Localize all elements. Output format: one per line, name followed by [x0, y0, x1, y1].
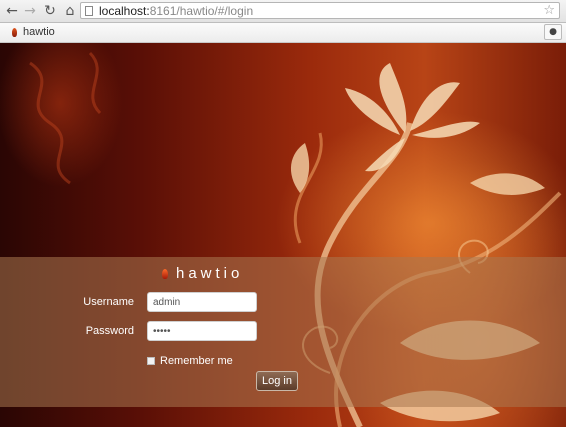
hawtio-logo-icon: [162, 268, 168, 279]
reload-icon[interactable]: ↻: [42, 3, 58, 19]
remember-me-checkbox[interactable]: [147, 357, 155, 365]
password-label: Password: [85, 325, 134, 337]
app-navbar: hawtio ●: [0, 23, 566, 43]
username-input[interactable]: [147, 292, 257, 312]
url-host: localhost:: [99, 4, 150, 18]
password-input[interactable]: [147, 321, 257, 341]
browser-toolbar: ← → ↻ ⌂ localhost:8161/hawtio/#/login ☆: [0, 0, 566, 23]
url-path: 8161/hawtio/#/login: [149, 4, 254, 18]
page-icon: [85, 6, 93, 16]
home-icon[interactable]: ⌂: [62, 3, 78, 19]
url-text[interactable]: localhost:8161/hawtio/#/login: [99, 4, 253, 18]
remember-me-label: Remember me: [160, 355, 233, 367]
app-brand-label: hawtio: [23, 26, 55, 38]
username-label: Username: [83, 296, 134, 308]
login-form: hawtio Username Password Remember me Log…: [0, 257, 566, 407]
forward-arrow-icon[interactable]: →: [22, 3, 38, 19]
login-button[interactable]: Log in: [256, 371, 298, 391]
app-brand[interactable]: hawtio: [12, 26, 55, 38]
bookmark-star-icon[interactable]: ☆: [543, 3, 555, 18]
remember-me[interactable]: Remember me: [147, 355, 233, 367]
hawtio-logo-icon: [12, 27, 17, 37]
back-arrow-icon[interactable]: ←: [4, 3, 20, 19]
login-title: hawtio: [162, 265, 243, 282]
user-menu-icon[interactable]: ●: [544, 24, 562, 40]
login-title-text: hawtio: [176, 265, 244, 282]
address-bar[interactable]: localhost:8161/hawtio/#/login ☆: [80, 2, 560, 19]
